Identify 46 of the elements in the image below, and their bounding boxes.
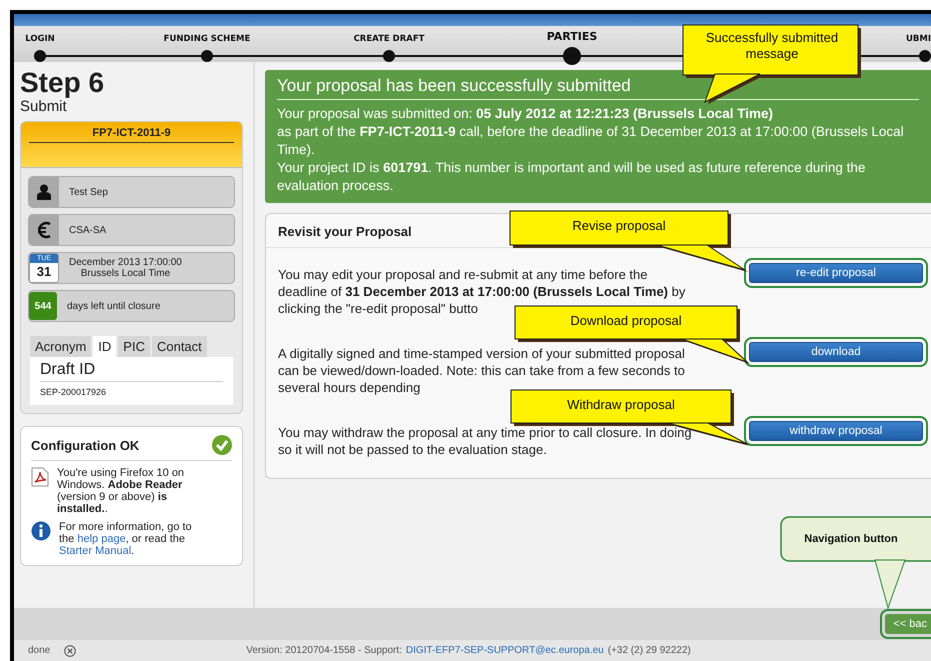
step-label: PARTIES: [546, 30, 598, 43]
step-label: FUNDING SCHEME: [164, 34, 250, 44]
config-text: For more information, go to the help page, or read the Starter Manual.: [59, 521, 193, 557]
pdf-icon: [31, 467, 49, 487]
info-text: Test Sep: [69, 186, 108, 198]
call-name: FP7-ICT-2011-9: [29, 127, 234, 143]
info-text: Brussels Local Time: [80, 268, 170, 279]
tab[interactable]: Acronym: [30, 336, 92, 357]
info-text: days left until closure: [67, 300, 160, 312]
tooltip-text: Revise proposal: [571, 218, 667, 234]
info-text: December 2013 17:00:00: [69, 257, 182, 268]
step-label: LOGIN: [25, 34, 55, 44]
tooltip-text: Withdraw proposal: [566, 397, 676, 413]
tab[interactable]: PIC: [118, 336, 150, 357]
row-text: A digitally signed and time-stamped version of your submitted proposal can be viewed/down-loaded. Note: this can take from a few seconds to several hours depending: [278, 345, 686, 396]
support-email-link[interactable]: DIGIT-EFP7-SEP-SUPPORT@ec.europa.eu: [406, 645, 604, 656]
tooltip-text: Successfully submitted message: [704, 30, 840, 62]
panel-heading: Draft ID: [40, 361, 223, 382]
tooltip-text: Download proposal: [569, 313, 683, 329]
back-button[interactable]: << bac: [885, 614, 931, 634]
step-subtitle: Submit: [20, 98, 68, 115]
step-label: UBMI: [906, 34, 931, 44]
status-text: done: [28, 645, 50, 656]
success-text: Your proposal was submitted on: 05 July 2012 at 12:21:23 (Brussels Local Time): [277, 105, 774, 123]
success-text: Your project ID is 601791. This number is important and will be used as future reference during the evaluation process.: [277, 159, 866, 195]
version-text: Version: 20120704-1558 - Support:: [246, 645, 402, 656]
row-text: You may edit your proposal and re-submit at any time before the deadline of 31 December 2013 at 17:00:00 (Brussels Local Time) by clicking the "re-edit proposal" butto: [278, 266, 686, 316]
success-text: as part of the FP7-ICT-2011-9 call, before the deadline of 31 December 2013 at 17:00:00 (Brussels Local Time).: [277, 123, 905, 159]
row-text: You may withdraw the proposal at any time prior to call closure. In doing so it will not be passed to the evaluation stage.: [278, 424, 693, 458]
euro-icon: [37, 221, 51, 239]
draft-id: SEP-200017926: [40, 387, 108, 397]
tab[interactable]: Contact: [152, 336, 207, 357]
tab[interactable]: ID: [93, 336, 116, 357]
close-icon[interactable]: [64, 644, 76, 656]
step-title: Step 6: [20, 68, 106, 98]
phone-text: (+32 (2) 29 92222): [608, 645, 691, 656]
days-left-badge: 544: [29, 292, 57, 320]
person-icon: [37, 184, 51, 200]
info-text: CSA-SA: [69, 224, 106, 236]
link[interactable]: help page: [77, 533, 126, 545]
config-title: Configuration OK: [31, 438, 140, 452]
link[interactable]: Starter Manual: [59, 545, 132, 557]
step-label: CREATE DRAFT: [354, 34, 424, 44]
config-text: You're using Firefox 10 on Windows. Adobe Reader (version 9 or above) is installed..: [57, 467, 186, 515]
info-icon: [31, 521, 51, 541]
tooltip-text: Navigation button: [803, 532, 899, 547]
